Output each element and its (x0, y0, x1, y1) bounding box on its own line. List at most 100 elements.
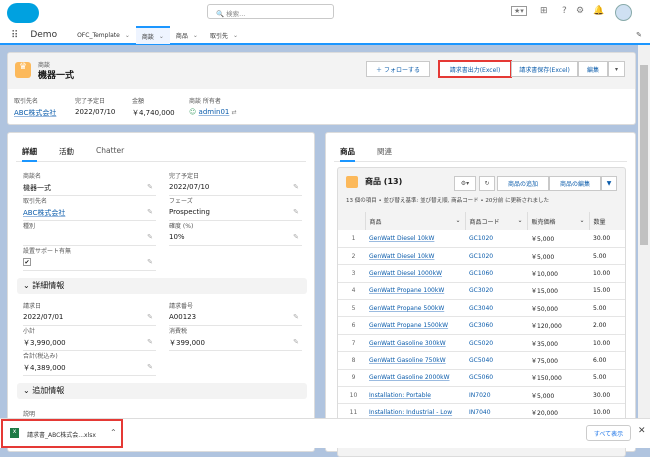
download-bar: x 請求書_ABC株式会...xlsx ⌃ すべて表示 ✕ (0, 418, 650, 448)
product-link[interactable]: GenWatt Propane 500kW (369, 305, 444, 312)
edit-pencil-icon[interactable]: ✎ (147, 313, 153, 321)
tab-opportunity[interactable]: 商談 ⌄ (135, 26, 170, 44)
product-link[interactable]: GenWatt Gasoline 300kW (369, 340, 446, 347)
edit-pencil-icon[interactable]: ✎ (293, 338, 299, 346)
edit-pencil-icon[interactable]: ✎ (293, 233, 299, 241)
tab-related[interactable]: 関連 (377, 142, 392, 161)
product-code-link[interactable]: GC3040 (469, 305, 493, 312)
global-header: 🔍 検索... ★▾ ⊞ ? ⚙ 🔔 (0, 0, 650, 27)
product-code-link[interactable]: GC5060 (469, 374, 493, 381)
col-product-code[interactable]: 商品コード ⌄ (465, 212, 528, 230)
chevron-down-icon[interactable]: ⌄ (193, 32, 198, 39)
chevron-down-icon[interactable]: ⌄ (159, 33, 164, 40)
edit-products-button[interactable]: 商品の編集 (549, 176, 601, 191)
product-code-link[interactable]: GC5040 (469, 357, 493, 364)
chevron-down-icon[interactable]: ⌄ (125, 32, 130, 39)
product-link[interactable]: GenWatt Diesel 10kW (369, 235, 434, 242)
record-title: 機器一式 (38, 71, 75, 81)
field-2: 取引先名 ABC株式会社 ✎ (23, 196, 156, 221)
more-actions-button[interactable]: ▾ (608, 61, 625, 77)
tab-activity[interactable]: 活動 (59, 142, 74, 161)
product-link[interactable]: GenWatt Propane 100kW (369, 287, 444, 294)
gear-icon[interactable]: ⚙ (576, 6, 584, 16)
table-row: 3 GenWatt Diesel 1000kW GC1060 ￥10,000 10.00 (338, 264, 625, 283)
edit-pencil-icon[interactable]: ✎ (147, 258, 153, 266)
more-button[interactable]: ▼ (601, 176, 617, 191)
detail-panel: 詳細 活動 Chatter 商談名 機器一式 ✎ 完了予定日 2022/07/10 ✎ 取引… (7, 132, 315, 452)
invoice-save-excel-button[interactable]: 請求書保存(Excel) (511, 61, 578, 77)
field-3: フェーズ Prospecting ✎ (169, 196, 302, 221)
bell-icon[interactable]: 🔔 (593, 6, 604, 16)
field-1: 完了予定日 2022/07/10 ✎ (169, 171, 302, 196)
col-sales-price[interactable]: 販売価格 ⌄ (527, 212, 590, 230)
related-panel: 商品 関連 商品 (13) ⚙▾ ↻ 商品の追加 商品の編集 ▼ 13 個の項目… (325, 132, 636, 457)
salesforce-logo[interactable] (7, 3, 39, 23)
refresh-button[interactable]: ↻ (479, 176, 495, 191)
checkbox: ✔ (23, 258, 31, 266)
table-row: 6 GenWatt Propane 1500kW GC3060 ￥120,000 2.0… (338, 316, 625, 335)
table-row: 4 GenWatt Propane 100kW GC3020 ￥15,000 15.00 (338, 282, 625, 301)
product-link[interactable]: GenWatt Propane 1500kW (369, 322, 448, 329)
field-3: 消費税 ￥399,000 ✎ (169, 326, 302, 351)
section-additional-info[interactable]: ⌄ 追加情報 (17, 383, 307, 399)
product-code-link[interactable]: GC3020 (469, 287, 493, 294)
col-quantity[interactable]: 数量 (589, 212, 625, 230)
product-link[interactable]: Installation: Portable (369, 392, 431, 399)
field-0: 商談名 機器一式 ✎ (23, 171, 156, 196)
app-name: Demo (30, 30, 58, 40)
product-code-link[interactable]: GC1020 (469, 253, 493, 260)
field-2: 小計 ￥3,990,000 ✎ (23, 326, 156, 351)
edit-pencil-icon[interactable]: ✎ (147, 338, 153, 346)
search-input[interactable]: 🔍 検索... (207, 4, 334, 19)
col-product[interactable]: 商品 ⌄ (365, 212, 466, 230)
chevron-up-icon[interactable]: ⌃ (110, 428, 117, 437)
scrollbar[interactable] (638, 45, 650, 418)
tab-account[interactable]: 取引先 ⌄ (204, 26, 244, 44)
settings-dropdown-button[interactable]: ⚙▾ (454, 176, 476, 191)
edit-pencil-icon[interactable]: ✎ (147, 183, 153, 191)
tab-products[interactable]: 商品 (340, 142, 355, 162)
tab-chatter[interactable]: Chatter (96, 142, 124, 161)
section-detail-info[interactable]: ⌄ 詳細情報 (17, 278, 307, 294)
edit-button[interactable]: 編集 (578, 61, 608, 77)
avatar[interactable] (615, 4, 632, 21)
product-code-link[interactable]: GC1060 (469, 270, 493, 277)
tab-ofc-template[interactable]: OFC_Template ⌄ (71, 26, 136, 44)
product-link[interactable]: GenWatt Diesel 1000kW (369, 270, 442, 277)
chevron-down-icon[interactable]: ⌄ (233, 32, 238, 39)
show-all-button[interactable]: すべて表示 (586, 425, 631, 441)
change-owner-icon[interactable]: ⇄ (232, 109, 237, 116)
product-code-link[interactable]: GC3060 (469, 322, 493, 329)
product-code-link[interactable]: GC1020 (469, 235, 493, 242)
edit-pencil-icon[interactable]: ✎ (293, 183, 299, 191)
edit-pencil-icon[interactable]: ✎ (147, 233, 153, 241)
table-row: 5 GenWatt Propane 500kW GC3040 ￥50,000 5.00 (338, 299, 625, 318)
product-link[interactable]: Installation: Industrial - Low (369, 409, 452, 416)
table-row: 7 GenWatt Gasoline 300kW GC5020 ￥35,000 10.0… (338, 334, 625, 353)
tab-details[interactable]: 詳細 (22, 142, 37, 162)
download-item[interactable]: x 請求書_ABC株式会...xlsx ⌃ (1, 419, 123, 448)
highlight-close-date: 完了予定日 2022/07/10 (75, 98, 116, 116)
follow-button[interactable]: ＋ フォローする (366, 61, 430, 77)
edit-pencil-icon[interactable]: ✎ (293, 313, 299, 321)
product-code-link[interactable]: IN7020 (469, 392, 491, 399)
tab-product[interactable]: 商品 ⌄ (170, 26, 204, 44)
add-product-button[interactable]: 商品の追加 (497, 176, 549, 191)
related-list-title: 商品 (13) (365, 177, 403, 186)
app-launcher-icon[interactable]: ⠿ (11, 30, 18, 41)
invoice-output-excel-button[interactable]: 請求書出力(Excel) (438, 60, 512, 78)
edit-pencil-icon[interactable]: ✎ (147, 363, 153, 371)
edit-pencil-icon[interactable]: ✎ (147, 208, 153, 216)
product-link[interactable]: GenWatt Gasoline 2000kW (369, 374, 450, 381)
product-link[interactable]: GenWatt Gasoline 750kW (369, 357, 446, 364)
edit-nav-icon[interactable]: ✎ (636, 31, 642, 39)
help-icon[interactable]: ? (562, 6, 567, 16)
favorites-icon[interactable]: ★▾ (511, 6, 527, 16)
close-icon[interactable]: ✕ (638, 426, 646, 436)
product-code-link[interactable]: IN7040 (469, 409, 491, 416)
product-link[interactable]: GenWatt Diesel 10kW (369, 253, 434, 260)
edit-pencil-icon[interactable]: ✎ (293, 208, 299, 216)
table-row: 10 Installation: Portable IN7020 ￥5,000 30.0… (338, 386, 625, 405)
add-icon[interactable]: ⊞ (540, 6, 548, 16)
product-code-link[interactable]: GC5020 (469, 340, 493, 347)
